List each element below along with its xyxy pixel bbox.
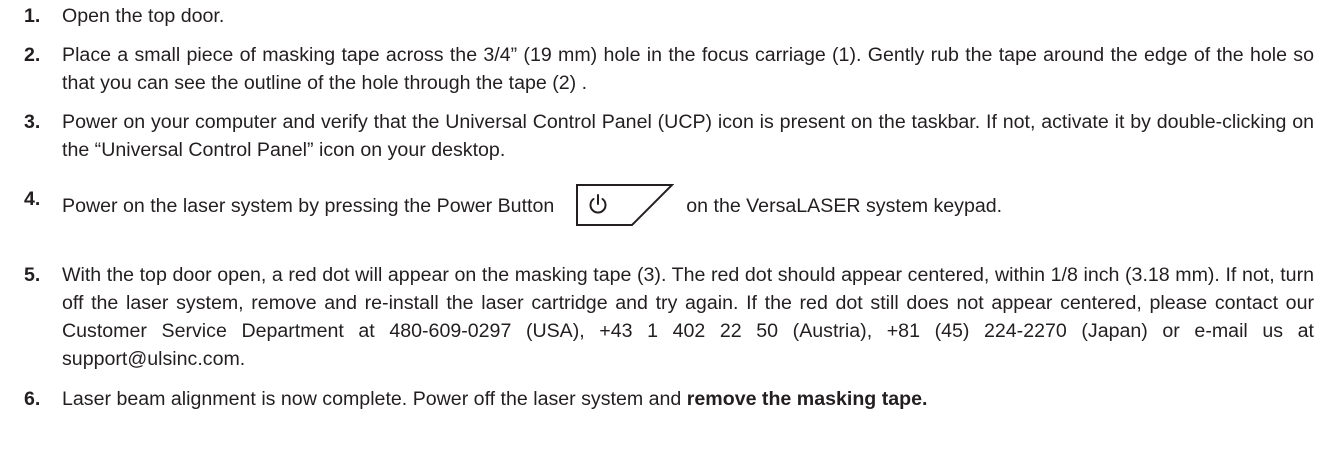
step-text: Power on your computer and verify that t…: [62, 111, 1314, 161]
step-text-before: Laser beam alignment is now complete. Po…: [62, 388, 682, 410]
step-text: Open the top door.: [62, 5, 225, 27]
step-number: 2.: [24, 44, 41, 66]
step-number: 5.: [24, 264, 41, 286]
step-text-bold: remove the masking tape.: [686, 388, 928, 410]
power-button-icon: [568, 183, 675, 227]
step-number: 1.: [24, 5, 41, 27]
step-text-before: Power on the laser system by pressing th…: [62, 195, 555, 218]
step-text: Place a small piece of masking tape acro…: [62, 44, 1314, 94]
step-number: 3.: [24, 111, 41, 133]
step-text-after: on the VersaLASER system keypad.: [686, 195, 1003, 218]
step-number: 6.: [24, 388, 41, 410]
step-text: Power on the laser system by pressing th…: [62, 183, 1314, 229]
step-text: Laser beam alignment is now complete. Po…: [62, 385, 1314, 413]
step-number: 4.: [24, 188, 41, 210]
step-text: With the top door open, a red dot will a…: [62, 264, 1314, 370]
